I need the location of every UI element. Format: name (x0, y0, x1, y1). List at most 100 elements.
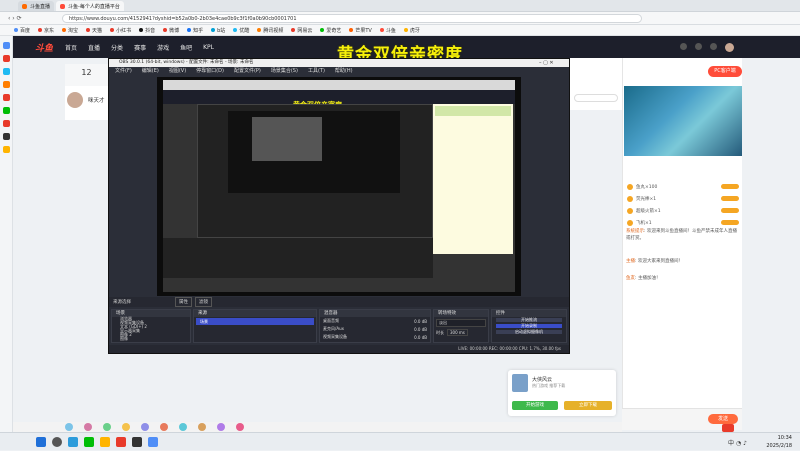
message-icon[interactable] (710, 42, 717, 50)
scene-item[interactable]: 图像 (112, 337, 190, 341)
gift-row[interactable]: 荧光棒×1 (627, 194, 739, 203)
bookmark-icon (349, 28, 354, 32)
gift-icon[interactable] (236, 423, 244, 431)
download-button[interactable]: 立即下载 (564, 401, 612, 410)
bookmark[interactable]: 天猫 (86, 27, 102, 34)
start-recording-button[interactable]: 开始录制 (496, 324, 562, 328)
sidebar-app-icon[interactable] (2, 107, 10, 114)
app-icon[interactable] (148, 436, 158, 447)
gift-icon[interactable] (141, 423, 149, 431)
clock[interactable]: 10:34 2025/2/18 (766, 433, 792, 451)
search-icon[interactable] (52, 436, 62, 447)
nav-arrows-icon[interactable]: ‹ › ⟳ (8, 15, 22, 22)
gift-icon[interactable] (179, 423, 187, 431)
floating-gift-button[interactable] (722, 424, 734, 432)
history-icon[interactable] (680, 42, 687, 50)
bookmark[interactable]: b站 (211, 27, 225, 34)
volume-icon[interactable]: ♪ (743, 440, 747, 447)
start-streaming-button[interactable]: 开始推流 (496, 318, 562, 322)
bookmark[interactable]: 淘宝 (62, 27, 78, 34)
obs-icon[interactable] (132, 436, 142, 447)
folder-icon[interactable] (100, 436, 110, 447)
source-item-selected[interactable]: 场景 (196, 318, 314, 325)
bookmark[interactable]: 百度 (14, 27, 30, 34)
user-avatar[interactable] (725, 42, 734, 52)
gift-row[interactable]: 鱼丸×100 (627, 182, 739, 191)
sidebar-app-icon[interactable] (2, 120, 10, 127)
send-button[interactable]: 发送 (708, 414, 738, 424)
sidebar-app-icon[interactable] (2, 81, 10, 88)
follow-icon[interactable] (695, 42, 702, 50)
sidebar-app-icon[interactable] (2, 133, 10, 140)
virtual-camera-button[interactable]: 启动虚拟摄像机 (496, 330, 562, 334)
bookmark[interactable]: 腾讯视频 (257, 27, 283, 34)
bookmark[interactable]: 知乎 (187, 27, 203, 34)
gift-row[interactable]: 超级火箭×1 (627, 206, 739, 215)
gift-icon[interactable] (122, 423, 130, 431)
sidebar-app-icon[interactable] (2, 42, 10, 49)
menu-profile[interactable]: 配置文件(P) (234, 67, 261, 76)
address-bar: ‹ › ⟳ https://www.douyu.com/4152941?dysh… (0, 12, 800, 25)
gift-row[interactable]: 飞机×1 (627, 218, 739, 227)
streamer-name[interactable]: 咪天才 (88, 96, 105, 104)
gift-icon[interactable] (217, 423, 225, 431)
browser-tab[interactable]: 斗鱼直播 (18, 1, 55, 11)
bookmarks-bar: 百度 京东 淘宝 天猫 小红书 抖音 微博 知乎 b站 优酷 腾讯视频 网易云 … (0, 25, 800, 36)
menu-docks[interactable]: 停靠窗口(D) (196, 67, 224, 76)
sidebar-app-icon[interactable] (2, 94, 10, 101)
duration-input[interactable]: 300 ms (447, 329, 468, 336)
site-logo[interactable]: 斗鱼 (35, 41, 53, 54)
pc-client-button[interactable]: PC客户端 (708, 66, 742, 77)
bookmark[interactable]: 芒果TV (349, 27, 372, 34)
obs-preview[interactable]: 黄金双倍亲密度 (157, 77, 521, 296)
nav-home[interactable]: 首页 (65, 43, 77, 52)
gift-icon[interactable] (103, 423, 111, 431)
sidebar-app-icon[interactable] (2, 68, 10, 75)
sidebar-app-icon[interactable] (2, 55, 10, 62)
start-game-button[interactable]: 开始游戏 (512, 401, 558, 410)
nav-events[interactable]: 赛事 (134, 43, 146, 52)
promo-image[interactable] (624, 86, 742, 156)
nav-live[interactable]: 直播 (88, 43, 100, 52)
menu-edit[interactable]: 编辑(E) (142, 67, 159, 76)
nav-fish-bar[interactable]: 鱼吧 (180, 43, 192, 52)
sidebar-app-icon[interactable] (2, 146, 10, 153)
wifi-icon[interactable]: ◔ (736, 440, 741, 447)
bookmark[interactable]: 爱奇艺 (320, 27, 341, 34)
gift-icon[interactable] (65, 423, 73, 431)
bookmark[interactable]: 斗鱼 (379, 27, 396, 34)
nav-kpl[interactable]: KPL (203, 44, 214, 51)
gift-icon[interactable] (160, 423, 168, 431)
bookmark[interactable]: 京东 (38, 27, 54, 34)
browser-icon[interactable] (116, 436, 126, 447)
bookmark[interactable]: 微博 (163, 27, 179, 34)
taskview-icon[interactable] (68, 436, 78, 447)
bookmark[interactable]: 优酷 (233, 27, 249, 34)
bookmark[interactable]: 网易云 (291, 27, 312, 34)
ime-indicator[interactable]: 中 (728, 440, 734, 447)
menu-file[interactable]: 文件(F) (115, 67, 132, 76)
game-popup-card: 大侠风云 热门游戏 推荐下载 开始游戏 立即下载 (508, 370, 616, 416)
transition-select[interactable]: 淡出 (436, 319, 486, 327)
properties-button[interactable]: 属性 (175, 297, 192, 307)
start-icon[interactable] (36, 436, 46, 447)
menu-view[interactable]: 视图(V) (169, 67, 186, 76)
url-input[interactable]: https://www.douyu.com/4152941?dyshid=b52… (62, 14, 642, 23)
menu-scene-collection[interactable]: 场景集合(S) (271, 67, 298, 76)
gift-icon[interactable] (198, 423, 206, 431)
menu-help[interactable]: 帮助(H) (335, 67, 353, 76)
window-controls-icon[interactable]: – ▢ ✕ (539, 59, 554, 67)
menu-tools[interactable]: 工具(T) (308, 67, 325, 76)
filters-button[interactable]: 滤镜 (195, 297, 212, 307)
bookmark[interactable]: 抖音 (139, 27, 155, 34)
browser-sidebar (0, 36, 13, 432)
browser-tab-active[interactable]: 斗鱼-每个人的直播平台 (56, 1, 124, 11)
gift-icon[interactable] (84, 423, 92, 431)
wechat-icon[interactable] (84, 436, 94, 447)
share-button[interactable] (574, 94, 618, 102)
nav-games[interactable]: 游戏 (157, 43, 169, 52)
nav-category[interactable]: 分类 (111, 43, 123, 52)
bookmark[interactable]: 小红书 (110, 27, 131, 34)
streamer-avatar[interactable] (67, 92, 83, 108)
bookmark[interactable]: 虎牙 (403, 27, 420, 34)
